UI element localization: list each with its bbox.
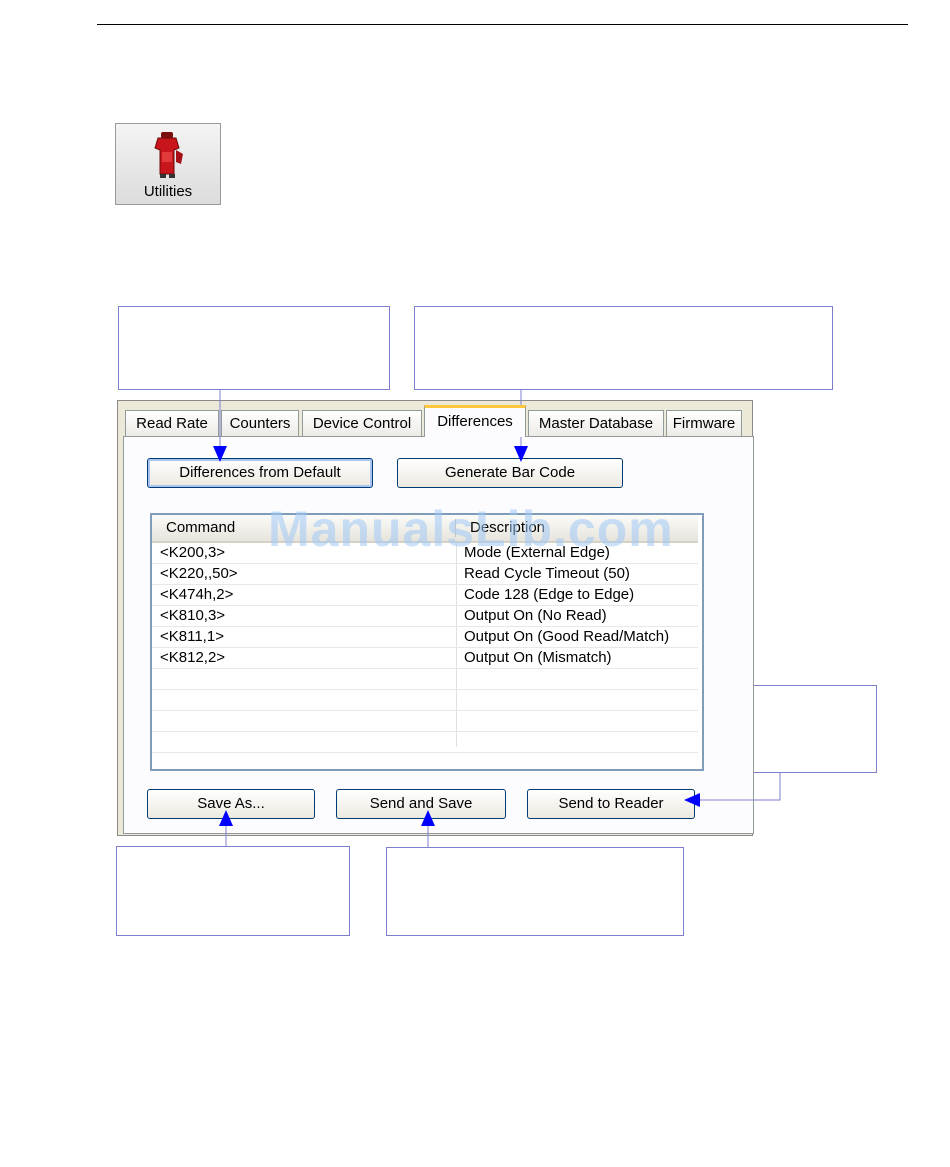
arrow-head-icon (421, 810, 435, 826)
arrow-line-send-to-reader (700, 773, 781, 801)
arrow-head-icon (514, 446, 528, 462)
arrow-head-icon (684, 793, 700, 807)
tab-differences[interactable]: Differences (424, 405, 526, 437)
arrow-head-icon (219, 810, 233, 826)
callout-arrows (213, 390, 781, 847)
arrow-head-icon (213, 446, 227, 462)
